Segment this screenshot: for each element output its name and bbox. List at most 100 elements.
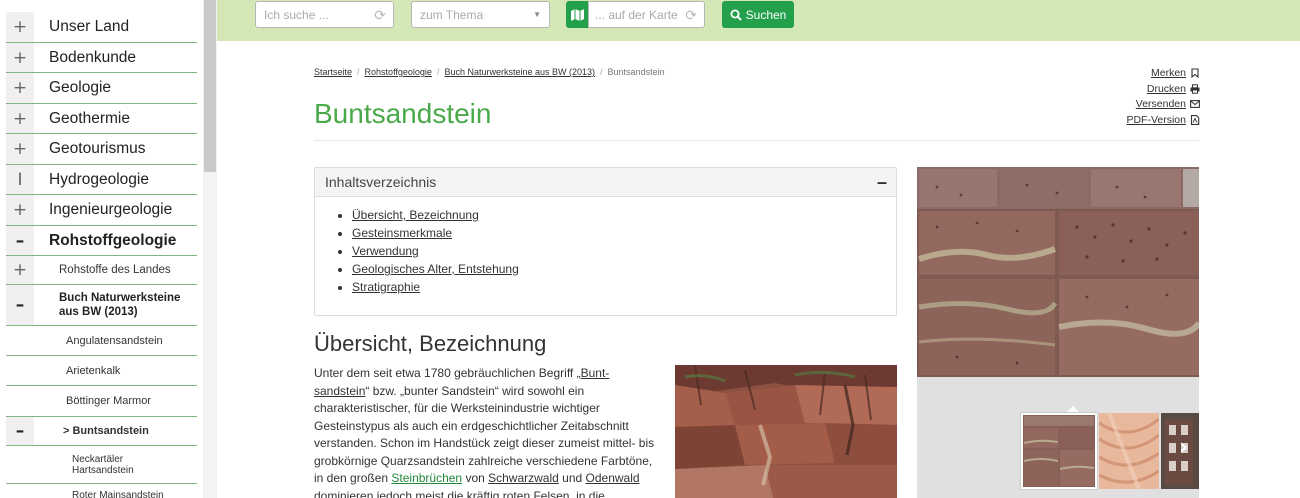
print-icon bbox=[1190, 83, 1200, 94]
sidebar-item-label[interactable]: Geothermie bbox=[49, 104, 130, 133]
action-label[interactable]: Versenden bbox=[1136, 98, 1186, 110]
collapse-toggle[interactable]: – bbox=[6, 417, 34, 445]
toc-header[interactable]: Inhaltsverzeichnis – bbox=[315, 168, 896, 197]
search-input[interactable]: Ich suche ... ⟳ bbox=[255, 1, 394, 28]
sidebar-item-label[interactable]: Buch Naturwerksteine aus BW (2013) bbox=[59, 285, 184, 325]
toc-link[interactable]: Übersicht, Bezeichnung bbox=[352, 208, 479, 222]
divider bbox=[314, 140, 1199, 141]
sidebar-item-angulatensandstein[interactable]: Angulatensandstein bbox=[6, 326, 197, 356]
expand-toggle[interactable]: + bbox=[6, 104, 34, 133]
action-label[interactable]: Merken bbox=[1151, 67, 1186, 79]
action-label[interactable]: Drucken bbox=[1147, 83, 1186, 95]
pdf-action[interactable]: PDF-Version bbox=[1126, 112, 1200, 128]
sidebar-item-geologie[interactable]: + Geologie bbox=[6, 73, 197, 104]
table-of-contents: Inhaltsverzeichnis – Übersicht, Bezeichn… bbox=[314, 167, 897, 316]
text-fragment: von bbox=[462, 471, 489, 485]
breadcrumb-link[interactable]: Buch Naturwerksteine aus BW (2013) bbox=[444, 67, 595, 77]
map-icon[interactable] bbox=[566, 1, 589, 28]
expand-toggle[interactable]: + bbox=[6, 12, 34, 42]
sidebar-item-label[interactable]: Bodenkunde bbox=[49, 43, 136, 72]
map-placeholder: ... auf der Karte bbox=[595, 7, 678, 22]
gallery-thumbnail[interactable] bbox=[1020, 412, 1098, 490]
expand-toggle[interactable]: + bbox=[6, 134, 34, 164]
text-fragment: dominieren jedoch meist die kräftig rote… bbox=[314, 488, 605, 498]
page-actions: Merken Drucken Versenden PDF-Version bbox=[1126, 65, 1200, 128]
breadcrumb-link[interactable]: Startseite bbox=[314, 67, 352, 77]
toc-link[interactable]: Gesteinsmerkmale bbox=[352, 226, 452, 240]
caret-down-icon: ▼ bbox=[533, 10, 541, 19]
sidebar-item-label[interactable]: Böttinger Marmor bbox=[66, 386, 151, 416]
chevron-right-icon[interactable]: › bbox=[1179, 435, 1188, 460]
sidebar-item-label[interactable]: Hydrogeologie bbox=[49, 165, 149, 194]
sidebar-item-label[interactable]: Rohstoffe des Landes bbox=[59, 256, 171, 284]
expand-toggle[interactable]: I bbox=[6, 165, 34, 194]
breadcrumb-link[interactable]: Rohstoffgeologie bbox=[365, 67, 432, 77]
toc-item[interactable]: Übersicht, Bezeichnung bbox=[352, 208, 896, 226]
expand-toggle[interactable]: + bbox=[6, 43, 34, 72]
sidebar-item-buntsandstein[interactable]: – > Buntsandstein bbox=[6, 417, 197, 446]
toc-item[interactable]: Gesteinsmerkmale bbox=[352, 226, 896, 244]
expand-toggle[interactable]: + bbox=[6, 256, 34, 284]
sidebar-item-geothermie[interactable]: + Geothermie bbox=[6, 104, 197, 134]
gallery-main-image[interactable] bbox=[917, 167, 1199, 377]
scrollbar-thumb[interactable] bbox=[204, 0, 216, 172]
reset-icon[interactable]: ⟳ bbox=[374, 7, 386, 24]
sidebar-item-label[interactable]: Rohstoffgeologie bbox=[49, 226, 176, 255]
reset-icon[interactable]: ⟳ bbox=[685, 7, 697, 24]
sidebar-item-label[interactable]: Unser Land bbox=[49, 12, 129, 42]
breadcrumb-separator: / bbox=[436, 67, 440, 77]
sidebar-item-bodenkunde[interactable]: + Bodenkunde bbox=[6, 43, 197, 73]
sidebar-item-label[interactable]: Roter Mainsandstein bbox=[72, 484, 164, 498]
print-action[interactable]: Drucken bbox=[1126, 81, 1200, 97]
breadcrumb-current: Buntsandstein bbox=[607, 67, 665, 77]
toc-link[interactable]: Geologisches Alter, Entstehung bbox=[352, 262, 519, 276]
envelope-icon bbox=[1190, 100, 1200, 109]
expand-toggle[interactable]: + bbox=[6, 73, 34, 103]
sidebar-nav: + Unser Land + Bodenkunde + Geologie + G… bbox=[0, 0, 203, 498]
expand-toggle[interactable]: + bbox=[6, 195, 34, 225]
toc-link[interactable]: Verwendung bbox=[352, 244, 419, 258]
search-button[interactable]: Suchen bbox=[722, 1, 794, 28]
sidebar-item-label[interactable]: Geotourismus bbox=[49, 134, 145, 164]
sidebar-item-label[interactable]: Arietenkalk bbox=[66, 356, 120, 385]
chevron-right-icon: > bbox=[63, 425, 70, 437]
sidebar-item-geotourismus[interactable]: + Geotourismus bbox=[6, 134, 197, 165]
sidebar-item-label[interactable]: Geologie bbox=[49, 73, 111, 103]
sidebar-item-unser-land[interactable]: + Unser Land bbox=[6, 12, 197, 43]
send-action[interactable]: Versenden bbox=[1126, 96, 1200, 112]
page-title: Buntsandstein bbox=[314, 98, 492, 129]
gallery-thumbnails: › bbox=[917, 377, 1199, 498]
gallery-thumbnail[interactable] bbox=[1099, 413, 1159, 489]
sidebar-item-neckartaeler[interactable]: Neckartäler Hartsandstein bbox=[6, 446, 197, 484]
sidebar-item-roter-mainsandstein[interactable]: Roter Mainsandstein bbox=[6, 484, 197, 498]
sidebar-item-rohstoffgeologie[interactable]: – Rohstoffgeologie bbox=[6, 226, 197, 256]
toc-link[interactable]: Stratigraphie bbox=[352, 280, 420, 294]
sidebar-item-ingenieurgeologie[interactable]: + Ingenieurgeologie bbox=[6, 195, 197, 226]
text-fragment: und bbox=[558, 471, 586, 485]
current-item-label[interactable]: > Buntsandstein bbox=[63, 417, 149, 445]
bookmark-action[interactable]: Merken bbox=[1126, 65, 1200, 81]
map-location-input[interactable]: ... auf der Karte ⟳ bbox=[588, 1, 705, 28]
sidebar-subitem-buch-naturwerksteine[interactable]: – Buch Naturwerksteine aus BW (2013) bbox=[6, 285, 197, 326]
sidebar-item-label[interactable]: Ingenieurgeologie bbox=[49, 195, 172, 225]
term-link[interactable]: Steinbrüchen bbox=[391, 471, 462, 485]
sidebar-item-boettinger-marmor[interactable]: Böttinger Marmor bbox=[6, 386, 197, 417]
sidebar-item-label[interactable]: Angulatensandstein bbox=[66, 326, 163, 355]
action-label[interactable]: PDF-Version bbox=[1126, 114, 1186, 126]
toc-item[interactable]: Stratigraphie bbox=[352, 280, 896, 298]
term-link[interactable]: Odenwald bbox=[586, 471, 640, 485]
collapse-icon[interactable]: – bbox=[877, 172, 887, 193]
sidebar-item-label[interactable]: Neckartäler Hartsandstein bbox=[72, 446, 162, 483]
sidebar-item-hydrogeologie[interactable]: I Hydrogeologie bbox=[6, 165, 197, 195]
quarry-cliff-photo[interactable] bbox=[675, 365, 897, 498]
term-link[interactable]: Schwarzwald bbox=[488, 471, 559, 485]
magnifier-icon bbox=[730, 9, 742, 21]
sidebar-item-arietenkalk[interactable]: Arietenkalk bbox=[6, 356, 197, 386]
toc-item[interactable]: Geologisches Alter, Entstehung bbox=[352, 262, 896, 280]
collapse-toggle[interactable]: – bbox=[6, 285, 34, 325]
sidebar-subitem-rohstoffe[interactable]: + Rohstoffe des Landes bbox=[6, 256, 197, 285]
topic-select[interactable]: zum Thema ▼ bbox=[411, 1, 550, 28]
collapse-toggle[interactable]: – bbox=[6, 226, 34, 255]
sidebar-scrollbar[interactable] bbox=[203, 0, 217, 498]
toc-item[interactable]: Verwendung bbox=[352, 244, 896, 262]
